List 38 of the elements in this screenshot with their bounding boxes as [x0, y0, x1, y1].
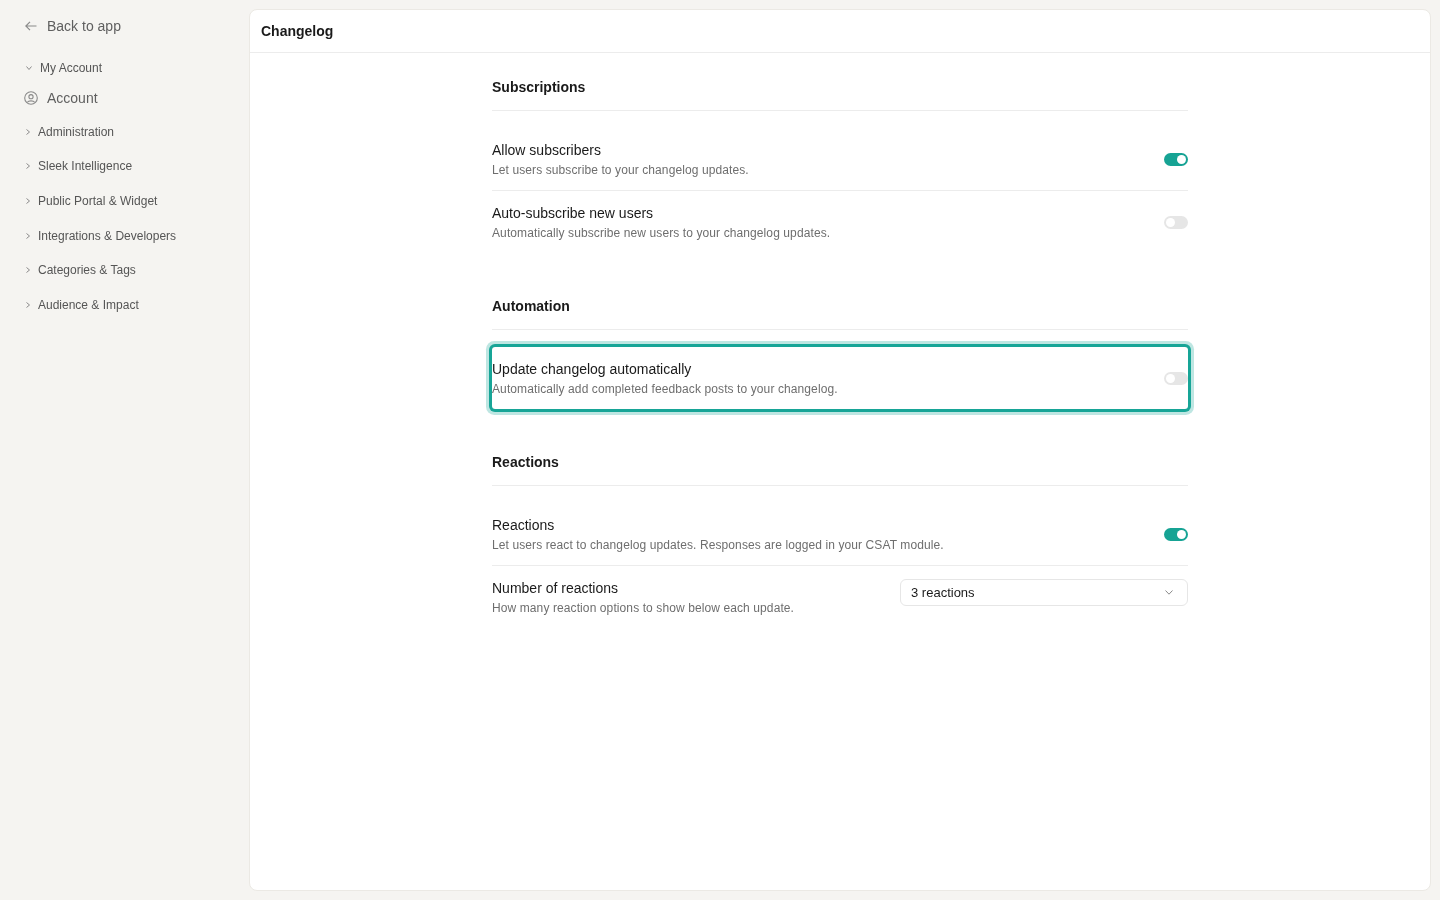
user-circle-icon: [24, 90, 38, 105]
sidebar-group[interactable]: Public Portal & Widget: [26, 183, 158, 219]
back-link[interactable]: Back to app: [25, 16, 121, 36]
toggle-switch[interactable]: [1164, 152, 1188, 166]
dropdown-select[interactable]: 3 reactions: [900, 579, 1188, 606]
sidebar-group[interactable]: Sleek Intelligence: [26, 149, 133, 184]
section-title: Subscriptions: [492, 77, 1188, 111]
setting-title: Reactions: [492, 516, 556, 535]
chevron-down-icon: [1165, 590, 1173, 595]
setting-title: Number of reactions: [492, 579, 620, 598]
setting-title: Update changelog automatically: [492, 360, 693, 379]
arrow-left-icon: [25, 21, 37, 31]
sidebar-group[interactable]: My Account: [26, 51, 103, 86]
chevron-down-icon: [26, 66, 32, 71]
chevron-right-icon: [26, 232, 30, 239]
chevron-right-icon: [26, 128, 30, 135]
sidebar-group[interactable]: Audience & Impact: [26, 287, 139, 323]
page-title: Changelog: [261, 23, 334, 39]
setting-description: Automatically subscribe new users to your changelog updates.: [492, 225, 831, 241]
section-title: Reactions: [492, 452, 1188, 486]
chevron-right-icon: [26, 301, 30, 308]
toggle-switch[interactable]: [1164, 215, 1188, 229]
chevron-right-icon: [26, 163, 30, 170]
toggle-switch[interactable]: [1164, 527, 1188, 541]
chevron-right-icon: [26, 198, 30, 205]
sidebar-item[interactable]: Account: [24, 85, 98, 110]
setting-title: Allow subscribers: [492, 141, 602, 160]
setting-title: Auto-subscribe new users: [492, 204, 655, 223]
sidebar-group[interactable]: Administration: [26, 114, 115, 150]
toggle-switch[interactable]: [1164, 371, 1188, 385]
setting-description: Let users subscribe to your changelog updates.: [492, 162, 749, 178]
setting-description: Automatically add completed feedback posts to your changelog.: [492, 381, 838, 397]
section-title: Automation: [492, 296, 1188, 330]
chevron-right-icon: [26, 267, 30, 274]
sidebar-group[interactable]: Integrations & Developers: [26, 218, 177, 253]
setting-description: How many reaction options to show below each update.: [492, 600, 795, 616]
sidebar-group[interactable]: Categories & Tags: [26, 252, 136, 288]
setting-description: Let users react to changelog updates. Responses are logged in your CSAT module.: [492, 537, 944, 553]
